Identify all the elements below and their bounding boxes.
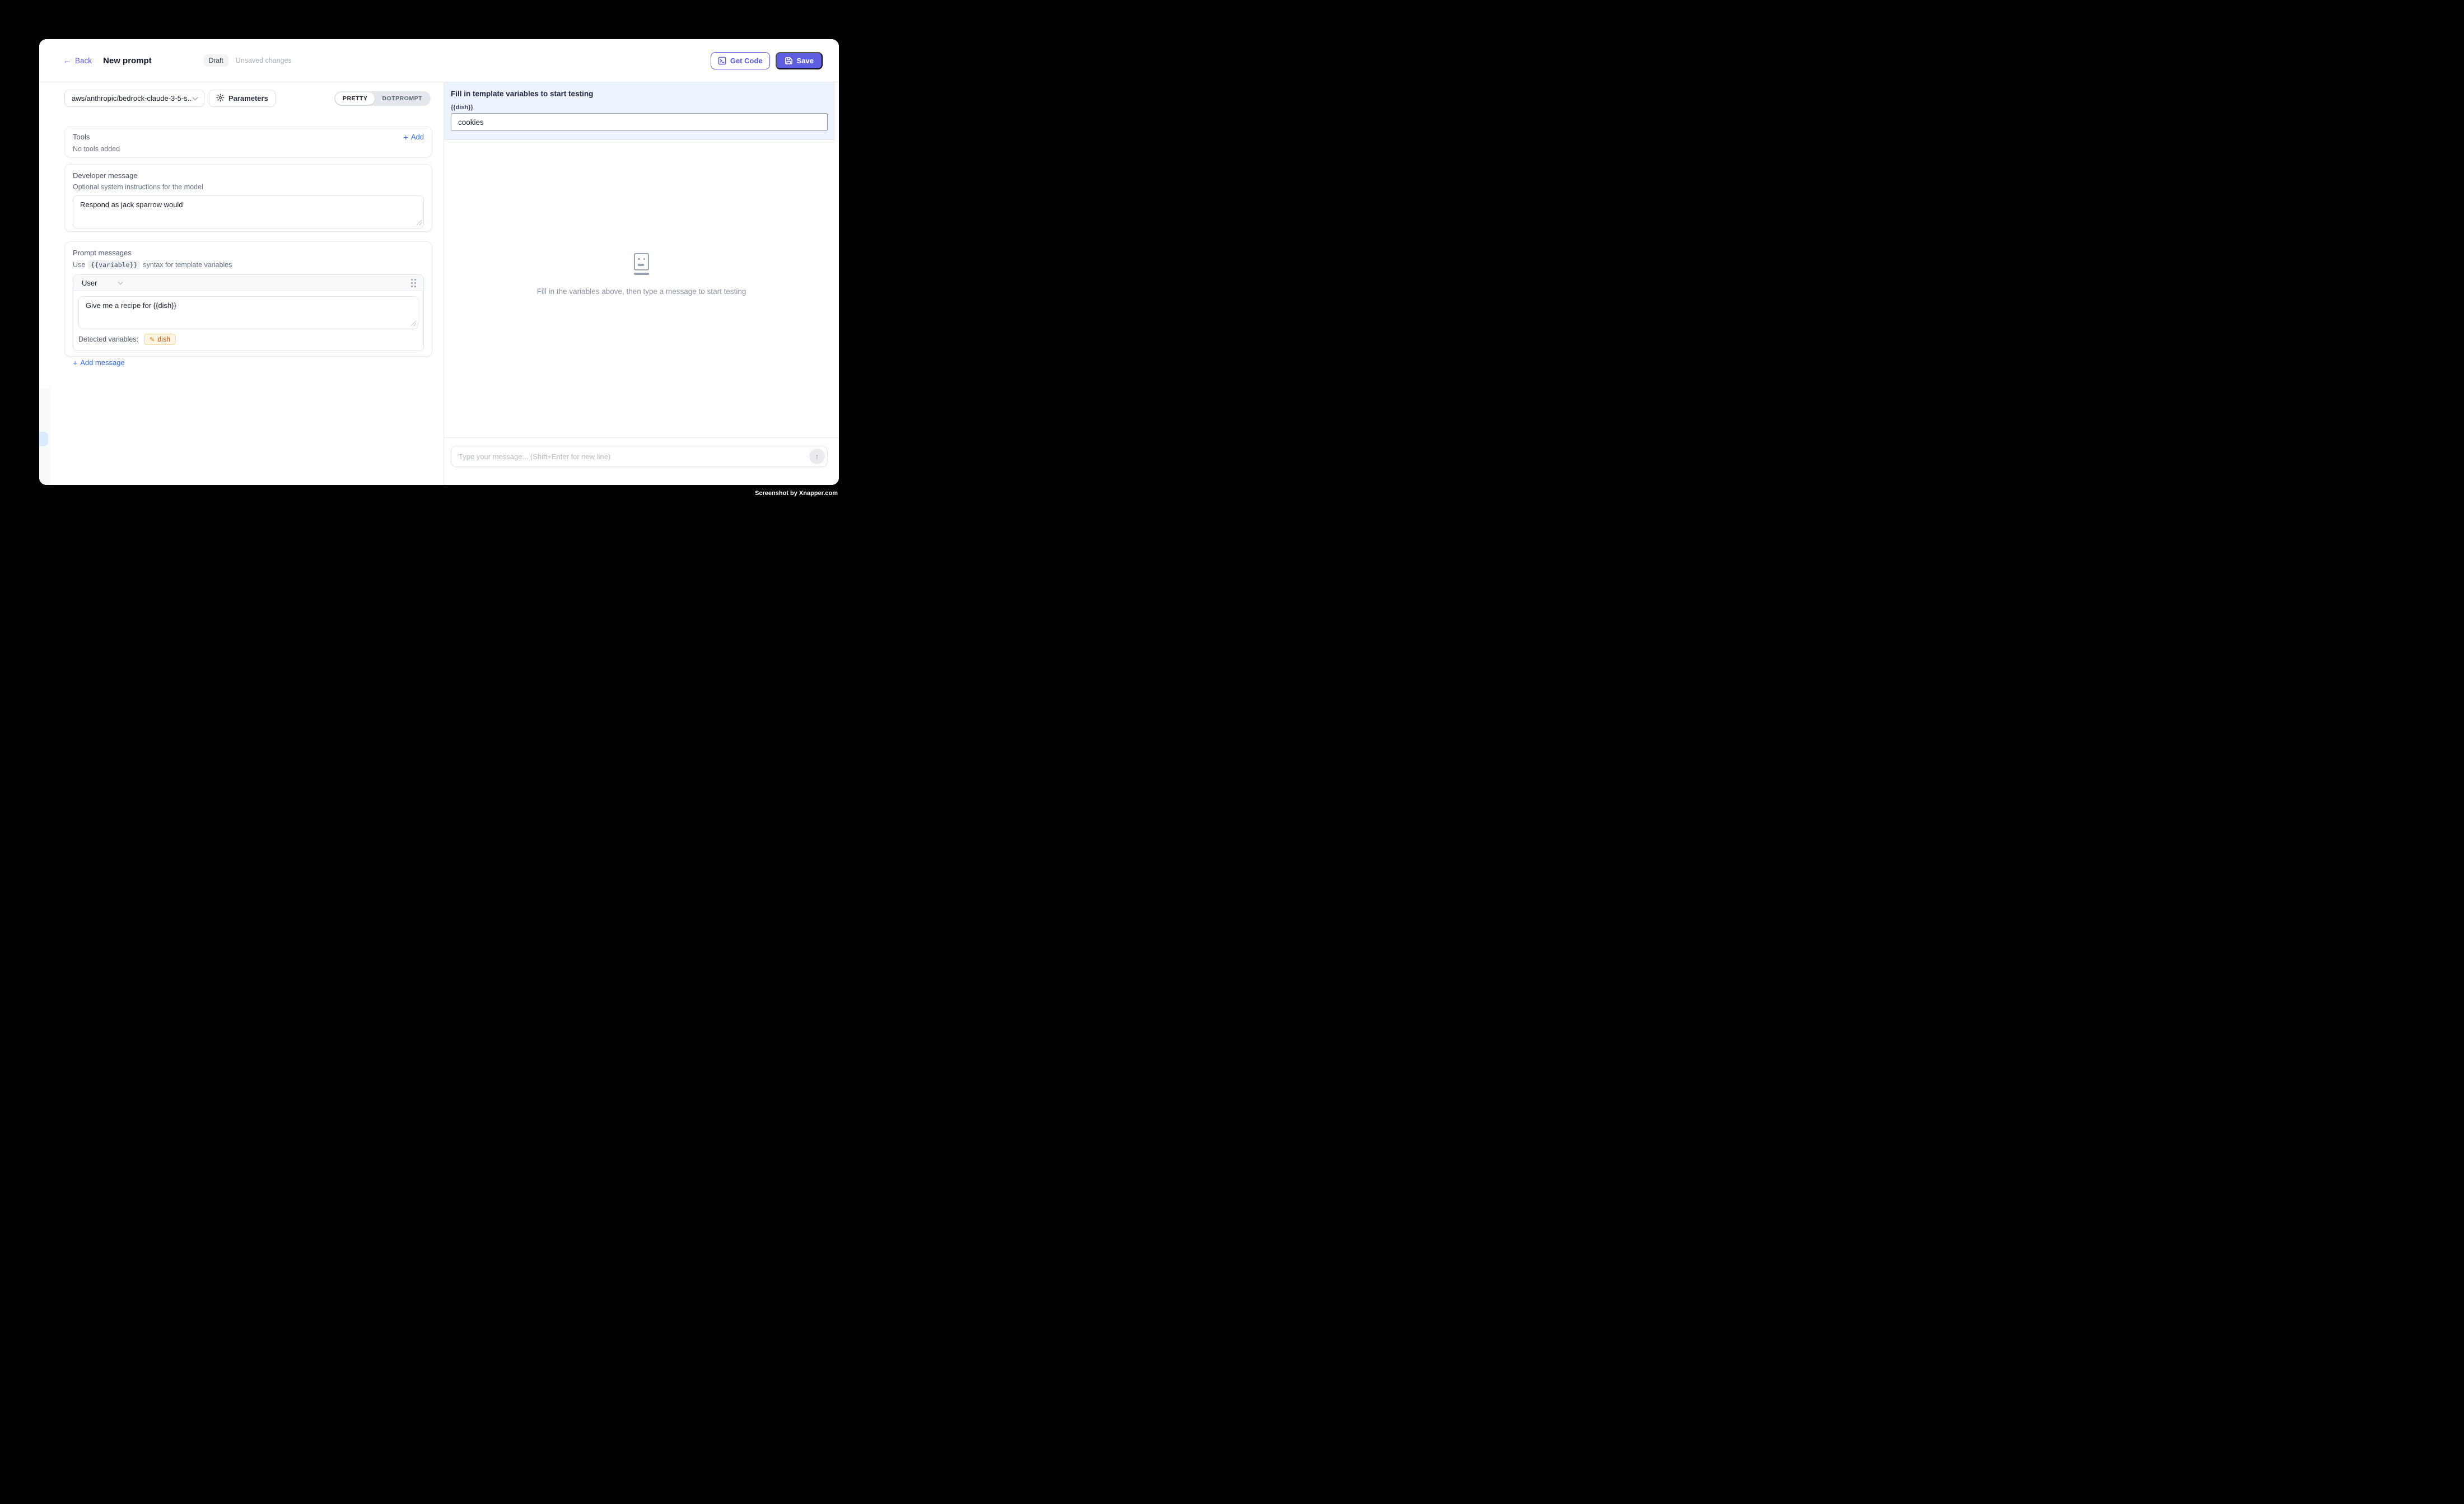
back-arrow-icon: ←	[63, 57, 72, 65]
toggle-pretty[interactable]: PRETTY	[335, 92, 375, 105]
get-code-button[interactable]: Get Code	[711, 52, 770, 69]
save-floppy-icon	[785, 57, 793, 65]
developer-message-field-wrap: Respond as jack sparrow would	[73, 195, 424, 228]
screenshot-stage: ← Back New prompt Draft Unsaved changes …	[0, 0, 878, 536]
sidebar-active-highlight	[39, 432, 48, 446]
parameters-label: Parameters	[228, 94, 268, 102]
template-variables-title: Fill in template variables to start test…	[451, 90, 828, 98]
back-button[interactable]: ← Back	[63, 57, 92, 65]
developer-message-input[interactable]: Respond as jack sparrow would	[73, 195, 424, 228]
main-content: aws/anthropic/bedrock-claude-3-5-s...	[39, 82, 839, 485]
variable-syntax-chip: {{variable}}	[88, 260, 140, 269]
chat-message-input[interactable]	[451, 446, 828, 467]
developer-message-card: Developer message Optional system instru…	[64, 164, 432, 232]
draft-status-badge: Draft	[204, 54, 228, 67]
developer-message-title: Developer message	[73, 171, 424, 180]
arrow-up-icon: ↑	[815, 452, 819, 460]
parameters-button[interactable]: Parameters	[209, 90, 276, 107]
variable-syntax-hint: Use {{variable}} syntax for template var…	[73, 260, 424, 269]
unsaved-changes-label: Unsaved changes	[236, 57, 292, 64]
header: ← Back New prompt Draft Unsaved changes …	[39, 39, 839, 82]
detected-variable-name: dish	[157, 335, 170, 343]
format-toggle: PRETTY DOTPROMPT	[334, 91, 431, 106]
chat-empty-area: Fill in the variables above, then type a…	[444, 140, 839, 437]
dish-variable-input[interactable]	[451, 113, 828, 131]
toggle-dotprompt[interactable]: DOTPROMPT	[375, 92, 430, 105]
gear-icon	[216, 94, 225, 104]
plus-icon: +	[73, 359, 77, 367]
editor-toolbar: aws/anthropic/bedrock-claude-3-5-s...	[64, 90, 432, 107]
message-input[interactable]: Give me a recipe for {{dish}}	[78, 296, 418, 329]
message-body: Give me a recipe for {{dish}} Detected v…	[73, 291, 423, 351]
add-tool-label: Add	[411, 133, 424, 141]
plus-icon: +	[404, 133, 408, 141]
page-title: New prompt	[103, 56, 152, 66]
app-window: ← Back New prompt Draft Unsaved changes …	[39, 39, 839, 485]
testing-panel: Fill in template variables to start test…	[444, 82, 839, 485]
tools-title: Tools	[73, 133, 90, 141]
message-role-header: User	[73, 275, 423, 291]
send-message-button[interactable]: ↑	[809, 449, 825, 464]
prompt-messages-title: Prompt messages	[73, 249, 424, 257]
chevron-down-icon	[118, 278, 123, 288]
tools-empty-text: No tools added	[73, 145, 424, 153]
template-variables-section: Fill in template variables to start test…	[444, 82, 835, 140]
hint-suffix: syntax for template variables	[143, 261, 232, 269]
back-label: Back	[75, 57, 92, 65]
detected-variable-chip[interactable]: ✎ dish	[144, 334, 176, 345]
pencil-icon: ✎	[150, 336, 155, 343]
robot-icon	[634, 253, 649, 275]
watermark-credit: Screenshot by Xnapper.com	[755, 490, 838, 497]
terminal-icon	[718, 57, 726, 65]
drag-handle-icon[interactable]	[411, 279, 416, 287]
add-message-button[interactable]: + Add message	[73, 358, 125, 367]
detected-variables-label: Detected variables:	[78, 335, 138, 343]
hint-prefix: Use	[73, 261, 85, 269]
message-field-wrap: Give me a recipe for {{dish}}	[78, 296, 418, 329]
prompt-messages-card: Prompt messages Use {{variable}} syntax …	[64, 241, 432, 357]
chat-empty-text: Fill in the variables above, then type a…	[537, 287, 746, 296]
save-button[interactable]: Save	[776, 52, 823, 69]
save-label: Save	[797, 57, 814, 65]
role-select-value[interactable]: User	[82, 279, 97, 287]
model-select[interactable]: aws/anthropic/bedrock-claude-3-5-s...	[64, 90, 204, 107]
message-block: User Give me a recipe for {{dish}}	[73, 274, 424, 351]
chat-input-footer: ↑	[444, 437, 839, 485]
add-message-label: Add message	[80, 358, 125, 367]
get-code-label: Get Code	[730, 57, 763, 65]
tools-card: Tools + Add No tools added	[64, 127, 432, 157]
detected-variables-row: Detected variables: ✎ dish	[78, 334, 418, 351]
prompt-editor-panel: aws/anthropic/bedrock-claude-3-5-s...	[39, 82, 444, 485]
developer-message-subtitle: Optional system instructions for the mod…	[73, 183, 424, 191]
chevron-down-icon	[192, 94, 198, 104]
dish-variable-label: {{dish}}	[451, 104, 828, 111]
add-tool-button[interactable]: + Add	[404, 133, 424, 141]
model-select-value: aws/anthropic/bedrock-claude-3-5-s...	[72, 94, 192, 102]
